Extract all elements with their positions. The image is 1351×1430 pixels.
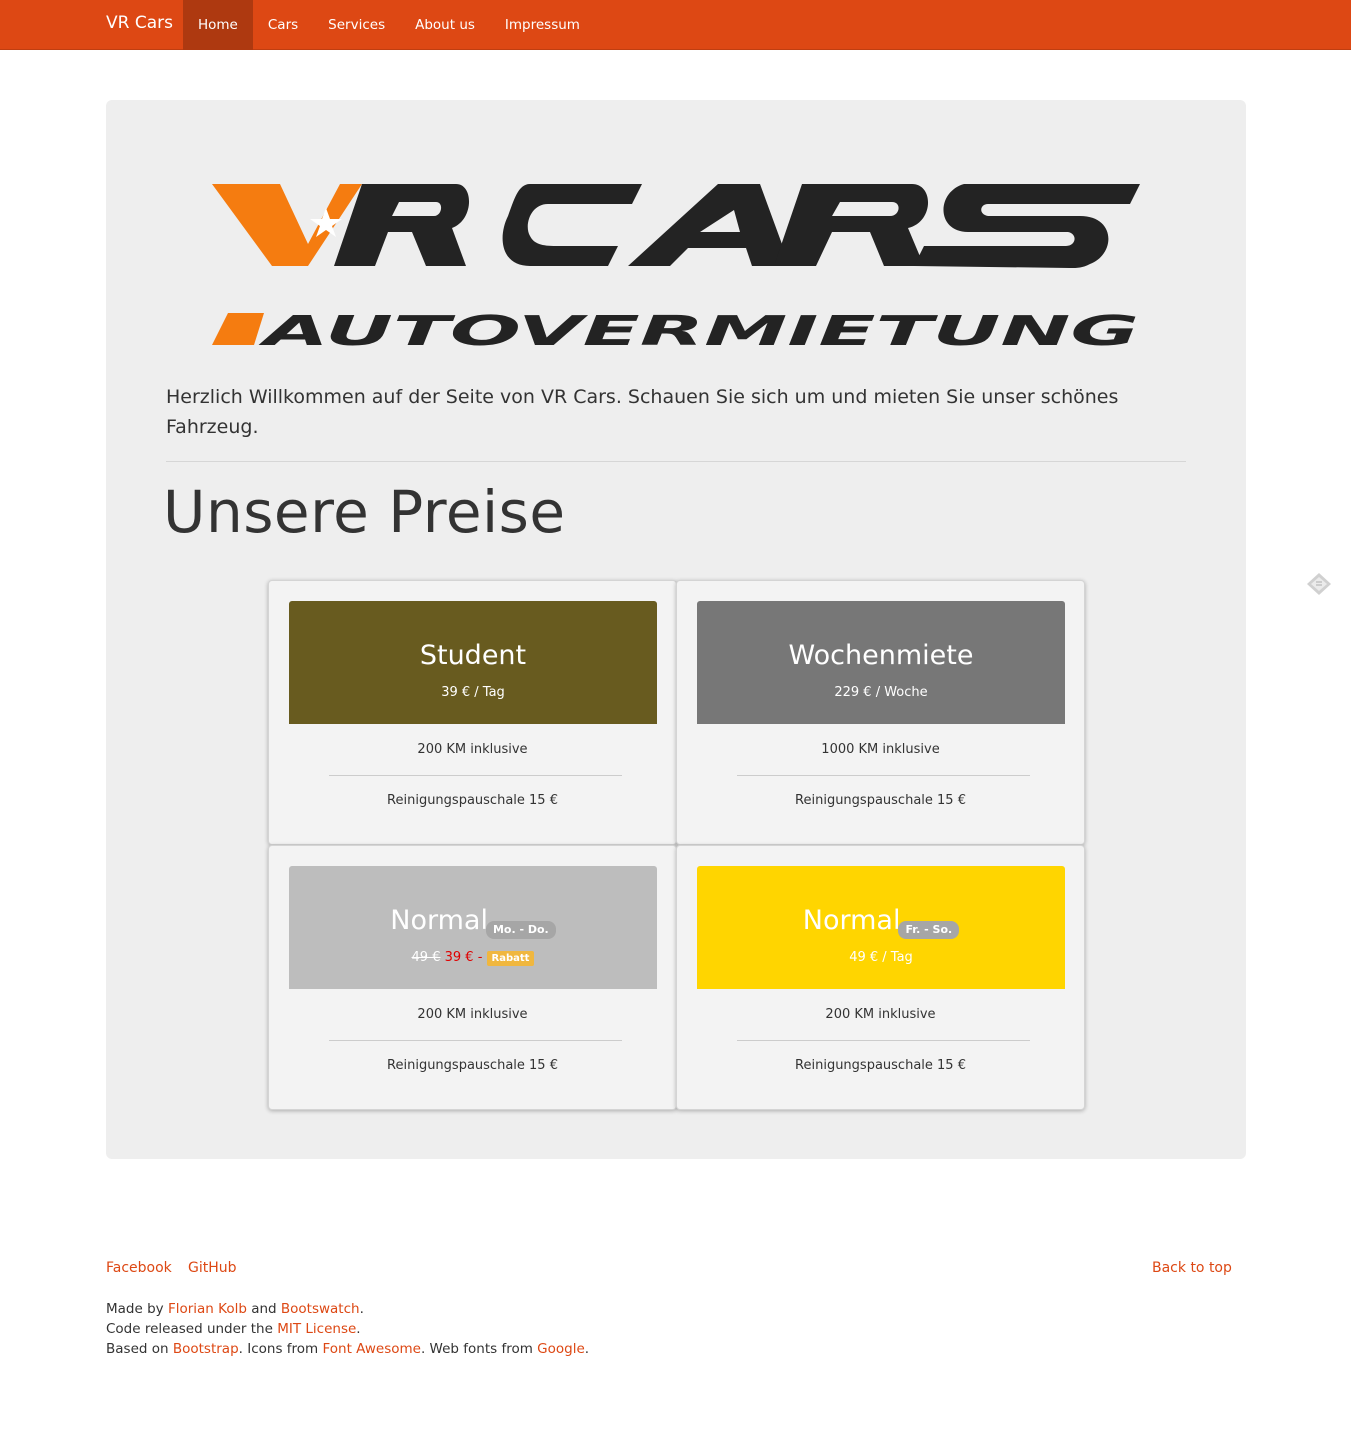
price-card-feature: 200 KM inklusive [417, 742, 528, 757]
footer-text: . [584, 1341, 590, 1357]
price-card-header: Wochenmiete 229 € / Woche [697, 601, 1065, 724]
footer-link-github[interactable]: GitHub [188, 1260, 237, 1276]
old-price: 49 € [411, 950, 441, 965]
bootstrap-link[interactable]: Bootstrap [173, 1341, 239, 1357]
mit-license-link[interactable]: MIT License [277, 1321, 356, 1337]
price-card-feature: 200 KM inklusive [417, 1007, 528, 1022]
price-card-title: Normal [390, 905, 488, 936]
tag-icon[interactable] [1306, 572, 1332, 596]
footer-based-on: Based on Bootstrap. Icons from Font Awes… [106, 1341, 589, 1357]
price-card-price: 49 € / Tag [849, 950, 913, 965]
brand-link[interactable]: VR Cars [106, 13, 173, 33]
price-card-title-row: Normal Mo. - Do. [289, 902, 657, 940]
price-card-wochenmiete: Wochenmiete 229 € / Woche 1000 KM inklus… [676, 580, 1085, 845]
bootswatch-link[interactable]: Bootswatch [281, 1301, 360, 1317]
footer-text: Based on [106, 1341, 173, 1357]
price-card-feature: 1000 KM inklusive [821, 742, 940, 757]
logo-subtitle: AUTOVERMIETUNG [258, 307, 1139, 350]
price-card-feature: Reinigungspauschale 15 € [795, 793, 966, 808]
price-card-normal-weekday: Normal Mo. - Do. 49 € 39 € - Rabatt 200 K… [268, 845, 677, 1110]
price-card-header: Normal Fr. - So. 49 € / Tag [697, 866, 1065, 989]
price-card-feature: Reinigungspauschale 15 € [387, 793, 558, 808]
new-price: 39 € - [444, 950, 483, 965]
nav-menu: Home Cars Services About us Impressum [183, 0, 595, 50]
google-link[interactable]: Google [537, 1341, 585, 1357]
price-card-header: Normal Mo. - Do. 49 € 39 € - Rabatt [289, 866, 657, 989]
card-divider [329, 1040, 622, 1041]
price-card-title: Wochenmiete [788, 640, 974, 671]
price-card-feature: 200 KM inklusive [825, 1007, 936, 1022]
footer-text: . [356, 1321, 361, 1337]
font-awesome-link[interactable]: Font Awesome [322, 1341, 420, 1357]
navbar: VR Cars Home Cars Services About us Impr… [0, 0, 1351, 50]
card-divider [329, 775, 622, 776]
hero-divider [166, 461, 1186, 462]
vr-cars-logo: AUTOVERMIETUNG [212, 184, 1140, 350]
price-card-price: 49 € 39 € - Rabatt [289, 950, 657, 966]
author-link[interactable]: Florian Kolb [168, 1301, 247, 1317]
footer-text: . [359, 1301, 364, 1317]
price-card-feature: Reinigungspauschale 15 € [387, 1058, 558, 1073]
hero-jumbotron: AUTOVERMIETUNG Herzlich Willkommen auf d… [106, 100, 1246, 1159]
price-card-normal-weekend: Normal Fr. - So. 49 € / Tag 200 KM inklus… [676, 845, 1085, 1110]
price-card-student: Student 39 € / Tag 200 KM inklusive Rein… [268, 580, 677, 845]
footer-text: Made by [106, 1301, 168, 1317]
nav-item-services[interactable]: Services [313, 0, 400, 50]
welcome-line-2: Fahrzeug. [166, 416, 259, 438]
back-to-top-link[interactable]: Back to top [1152, 1260, 1232, 1276]
price-card-feature: Reinigungspauschale 15 € [795, 1058, 966, 1073]
card-divider [737, 1040, 1030, 1041]
footer-link-facebook[interactable]: Facebook [106, 1260, 172, 1276]
footer-text: and [246, 1301, 281, 1317]
nav-item-about-us[interactable]: About us [400, 0, 490, 50]
price-card-price: 229 € / Woche [834, 685, 928, 700]
price-card-title: Normal [802, 905, 901, 936]
price-card-header: Student 39 € / Tag [289, 601, 657, 724]
prices-heading: Unsere Preise [163, 478, 566, 546]
card-divider [737, 775, 1030, 776]
nav-item-cars[interactable]: Cars [253, 0, 313, 50]
welcome-text: Herzlich Willkommen auf der Seite von VR… [166, 382, 1166, 442]
footer-text: . Icons from [238, 1341, 323, 1357]
price-card-title-row: Normal Fr. - So. [697, 902, 1065, 940]
price-card-price: 39 € / Tag [441, 685, 505, 700]
footer-text: . Web fonts from [420, 1341, 538, 1357]
welcome-line-1: Herzlich Willkommen auf der Seite von VR… [166, 386, 1119, 408]
footer-made-by: Made by Florian Kolb and Bootswatch. [106, 1301, 364, 1317]
nav-item-home[interactable]: Home [183, 0, 253, 50]
price-card-title: Student [419, 640, 527, 671]
weekend-badge: Fr. - So. [898, 921, 960, 939]
nav-item-impressum[interactable]: Impressum [490, 0, 595, 50]
weekday-badge: Mo. - Do. [485, 921, 556, 939]
footer-text: Code released under the [106, 1321, 278, 1337]
discount-badge: Rabatt [486, 951, 535, 966]
footer-license: Code released under the MIT License. [106, 1321, 361, 1337]
